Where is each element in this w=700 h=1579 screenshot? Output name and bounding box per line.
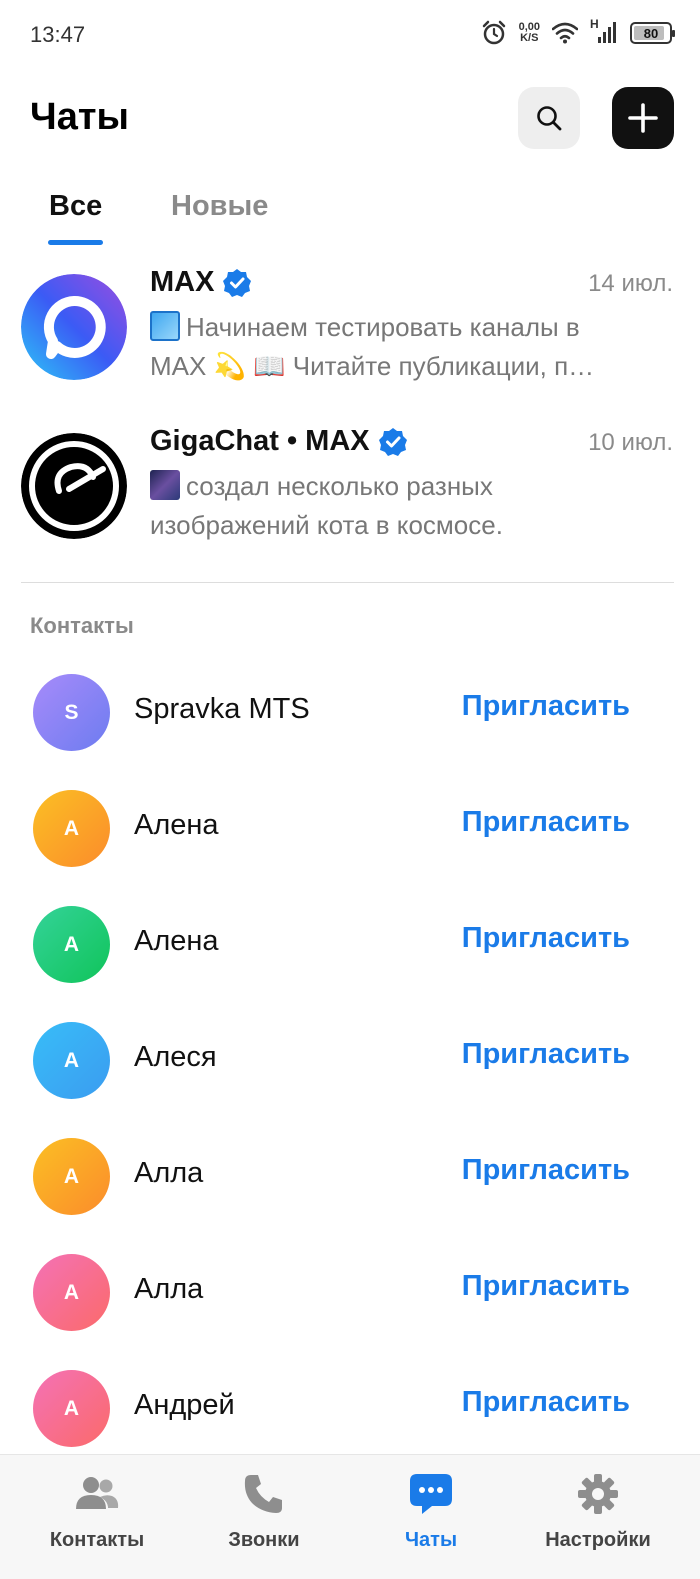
contact-row[interactable]: А Алла Пригласить (0, 1118, 700, 1234)
contact-name: Spravka MTS (134, 693, 310, 725)
avatar: А (33, 1138, 110, 1215)
phone-icon (244, 1475, 282, 1513)
net-speed: 0,00 K/S (519, 22, 540, 44)
avatar: А (33, 1254, 110, 1331)
chat-bubble-icon (410, 1474, 452, 1514)
contact-row[interactable]: S Spravka MTS Пригласить (0, 654, 700, 770)
chat-item-max[interactable]: MAX 14 июл. Начинаем тестировать каналы … (0, 266, 700, 416)
chat-name: MAX (150, 266, 215, 298)
nav-settings[interactable]: Настройки (518, 1471, 678, 1552)
contact-name: Алеся (134, 1041, 217, 1073)
chat-name-row: GigaChat • MAX (150, 425, 408, 458)
chat-preview-line-1: Начинаем тестировать каналы в (186, 312, 580, 342)
contact-row[interactable]: А Андрей Пригласить (0, 1350, 700, 1466)
contact-name: Алла (134, 1157, 204, 1189)
nav-label: Настройки (545, 1529, 651, 1551)
contacts-icon (76, 1477, 119, 1509)
invite-button[interactable]: Пригласить (462, 922, 630, 955)
chat-item-gigachat[interactable]: GigaChat • MAX 10 июл. создал несколько … (0, 425, 700, 575)
nav-label: Чаты (404, 1529, 458, 1551)
chat-preview: Начинаем тестировать каналы в MAX 💫 📖 Чи… (150, 308, 674, 386)
invite-button[interactable]: Пригласить (462, 1154, 630, 1187)
contact-name: Алена (134, 809, 219, 841)
chat-name-row: MAX (150, 266, 252, 299)
nav-calls[interactable]: Звонки (184, 1471, 344, 1552)
divider (21, 582, 674, 583)
avatar: А (33, 1022, 110, 1099)
tab-all[interactable]: Все (49, 190, 102, 223)
battery-icon: 80 (630, 22, 675, 44)
gigachat-logo-avatar (21, 433, 127, 539)
contact-name: Алла (134, 1273, 204, 1305)
contacts-section-label: Контакты (30, 613, 134, 638)
status-icons: 0,00 K/S H 80 (481, 17, 675, 46)
invite-button[interactable]: Пригласить (462, 1038, 630, 1071)
new-chat-button[interactable] (612, 87, 674, 149)
signal-icon: H (590, 17, 618, 45)
chat-date: 14 июл. (588, 270, 673, 297)
contact-row[interactable]: А Алена Пригласить (0, 886, 700, 1002)
contact-name: Алена (134, 925, 219, 957)
status-time: 13:47 (30, 22, 86, 47)
avatar: А (33, 1370, 110, 1447)
avatar: А (33, 790, 110, 867)
nav-chats[interactable]: Чаты (351, 1471, 511, 1552)
header: Чаты (0, 80, 700, 160)
bottom-nav: Контакты Звонки Чаты Настройки (0, 1454, 700, 1579)
chat-name: GigaChat • MAX (150, 425, 370, 457)
nav-contacts[interactable]: Контакты (17, 1471, 177, 1552)
tab-new[interactable]: Новые (171, 190, 268, 223)
status-bar: 13:47 0,00 K/S H 80 (0, 0, 700, 72)
avatar: А (33, 906, 110, 983)
thumbnail-image (150, 470, 180, 500)
wifi-icon (552, 22, 578, 44)
net-speed-unit: K/S (520, 32, 539, 44)
thumbnail-image (150, 311, 180, 341)
invite-button[interactable]: Пригласить (462, 806, 630, 839)
chat-preview-line-1: создал несколько разных (186, 471, 493, 501)
tab-active-indicator (48, 240, 103, 245)
chat-preview-line-2: MAX 💫 📖 Читайте публикации, п… (150, 351, 595, 381)
verified-icon (223, 268, 252, 297)
contact-row[interactable]: А Алена Пригласить (0, 770, 700, 886)
contact-row[interactable]: А Алеся Пригласить (0, 1002, 700, 1118)
alarm-icon (482, 20, 505, 45)
plus-icon (628, 103, 658, 133)
chat-preview-line-2: изображений кота в космосе. (150, 510, 503, 540)
verified-icon (378, 427, 407, 456)
contact-row[interactable]: А Алла Пригласить (0, 1234, 700, 1350)
invite-button[interactable]: Пригласить (462, 1270, 630, 1303)
avatar: S (33, 674, 110, 751)
search-button[interactable] (518, 87, 580, 149)
battery-level: 80 (643, 25, 659, 41)
invite-button[interactable]: Пригласить (462, 690, 630, 723)
chat-date: 10 июл. (588, 429, 673, 456)
page-title: Чаты (30, 96, 129, 138)
chat-tabs: Все Новые (0, 180, 700, 246)
invite-button[interactable]: Пригласить (462, 1386, 630, 1419)
search-icon (537, 106, 562, 131)
max-logo-avatar (21, 274, 127, 380)
gear-icon (578, 1474, 618, 1514)
chat-preview: создал несколько разных изображений кота… (150, 467, 674, 545)
contact-name: Андрей (134, 1389, 235, 1421)
nav-label: Контакты (49, 1529, 145, 1551)
nav-label: Звонки (228, 1529, 300, 1551)
